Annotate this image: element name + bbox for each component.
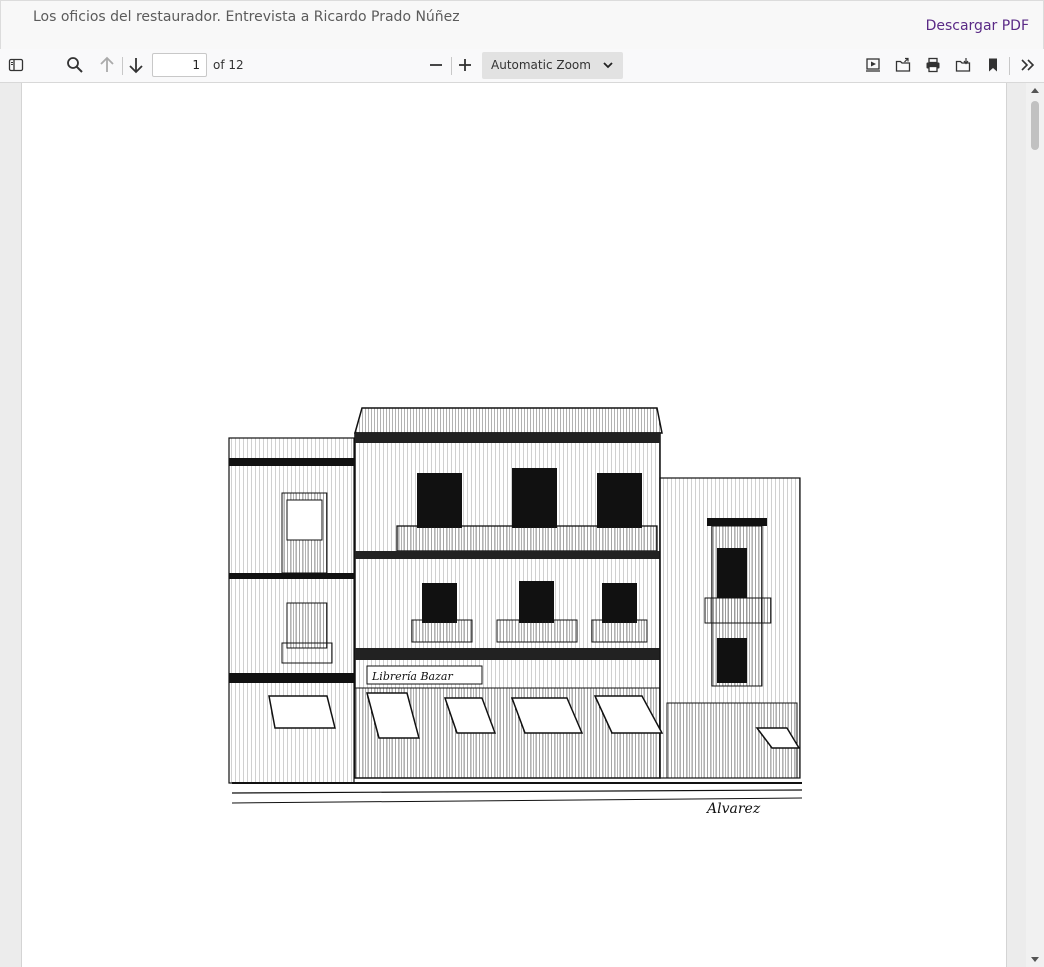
save-icon[interactable] <box>951 53 975 77</box>
more-tools-icon[interactable] <box>1016 53 1040 77</box>
page-count-label: of 12 <box>213 58 244 72</box>
open-file-icon[interactable] <box>891 53 915 77</box>
scrollbar-thumb[interactable] <box>1031 101 1039 150</box>
svg-text:Alvarez: Alvarez <box>705 801 761 817</box>
pdf-page: Librería Bazar Alvarez <box>21 83 1007 967</box>
arrow-up-icon[interactable] <box>95 53 119 77</box>
presentation-icon[interactable] <box>861 53 885 77</box>
zoom-select-value: Automatic Zoom <box>491 58 591 72</box>
scroll-down-icon[interactable] <box>1031 957 1039 962</box>
svg-text:Librería Bazar: Librería Bazar <box>371 670 453 683</box>
chevron-down-icon <box>603 62 613 69</box>
zoom-out-icon[interactable] <box>424 53 448 77</box>
vertical-scrollbar[interactable] <box>1026 83 1044 967</box>
bookmark-icon[interactable] <box>981 53 1005 77</box>
zoom-in-icon[interactable] <box>453 53 477 77</box>
print-icon[interactable] <box>921 53 945 77</box>
scroll-up-icon[interactable] <box>1031 88 1039 93</box>
pdf-toolbar: 1 of 12 Automatic Zoom <box>0 49 1044 83</box>
arrow-down-icon[interactable] <box>124 53 148 77</box>
page-number-input[interactable]: 1 <box>152 53 207 77</box>
zoom-select[interactable]: Automatic Zoom <box>482 52 623 79</box>
building-facade-sketch: Librería Bazar Alvarez <box>228 407 803 817</box>
toolbar-separator <box>1009 57 1010 75</box>
document-header: Los oficios del restaurador. Entrevista … <box>0 0 1044 50</box>
document-viewer[interactable]: Librería Bazar Alvarez <box>0 83 1044 967</box>
download-pdf-link[interactable]: Descargar PDF <box>926 18 1029 34</box>
toolbar-separator <box>122 57 123 75</box>
search-icon[interactable] <box>63 53 87 77</box>
sidebar-toggle-icon[interactable] <box>4 53 28 77</box>
document-title: Los oficios del restaurador. Entrevista … <box>33 9 460 25</box>
toolbar-separator <box>451 57 452 75</box>
